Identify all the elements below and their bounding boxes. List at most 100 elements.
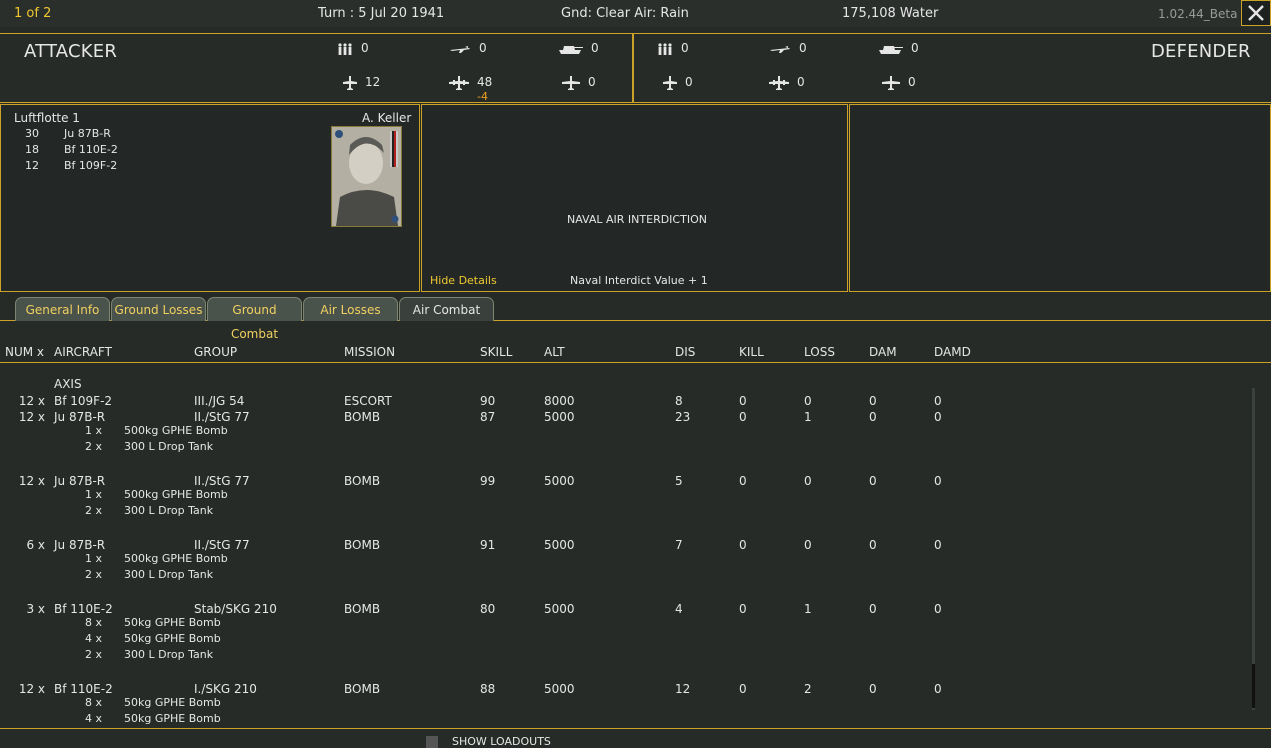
loadout-qty: 4 x — [85, 632, 103, 645]
loadout-item: 50kg GPHE Bomb — [124, 696, 221, 709]
attacker-title: ATTACKER — [24, 41, 118, 62]
scrollbar-thumb[interactable] — [1252, 664, 1255, 708]
loadout-qty: 2 x — [85, 440, 103, 453]
cell-loss: 0 — [804, 474, 812, 488]
hex-location: 175,108 Water — [842, 6, 939, 21]
loadout-item: 500kg GPHE Bomb — [124, 552, 228, 565]
tab-air-losses[interactable]: Air Losses — [303, 297, 398, 321]
close-button[interactable] — [1241, 0, 1271, 26]
column-header-mission: MISSION — [344, 345, 396, 359]
cell-dam: 0 — [869, 682, 877, 696]
cell-loss: 2 — [804, 682, 812, 696]
cell-num: 12 x — [18, 394, 45, 408]
cell-mission: BOMB — [344, 474, 381, 488]
close-icon — [1248, 5, 1264, 21]
cell-skill: 87 — [480, 410, 496, 424]
loadout-item: 500kg GPHE Bomb — [124, 424, 228, 437]
defender-panel — [849, 104, 1271, 292]
mission-type: NAVAL AIR INTERDICTION — [567, 213, 707, 226]
loadout-qty: 8 x — [85, 696, 103, 709]
cell-alt: 8000 — [544, 394, 575, 408]
tab-general-info[interactable]: General Info — [15, 297, 110, 321]
cell-mission: BOMB — [344, 410, 381, 424]
loadout-qty: 2 x — [85, 568, 103, 581]
column-header-dis: DIS — [675, 345, 696, 359]
fighter-icon — [663, 75, 677, 90]
cell-dis: 23 — [675, 410, 691, 424]
column-header-damd: DAMD — [934, 345, 971, 359]
loadout-qty: 4 x — [85, 712, 103, 725]
hide-details-link[interactable]: Hide Details — [430, 274, 497, 287]
cell-damd: 0 — [934, 410, 942, 424]
attacker-infantry-stat: 0 — [337, 41, 369, 55]
cell-alt: 5000 — [544, 538, 575, 552]
divider — [0, 102, 1271, 103]
section-label: AXIS — [54, 377, 82, 391]
column-header-alt: ALT — [544, 345, 565, 359]
cell-aircraft: Ju 87B-R — [54, 410, 106, 424]
cell-damd: 0 — [934, 682, 942, 696]
mission-panel — [421, 104, 848, 292]
cell-aircraft: Ju 87B-R — [54, 474, 106, 488]
defender-infantry-stat: 0 — [657, 41, 689, 55]
defender-other-air-stat: 0 — [882, 75, 916, 90]
cell-loss: 0 — [804, 538, 812, 552]
loadout-item: 50kg GPHE Bomb — [124, 616, 221, 629]
attacker-other-air-stat: 0 — [562, 75, 596, 90]
cell-dam: 0 — [869, 602, 877, 616]
cell-kill: 0 — [739, 410, 747, 424]
checkbox-icon[interactable] — [426, 736, 438, 748]
cell-mission: BOMB — [344, 682, 381, 696]
cell-group: II./StG 77 — [194, 410, 250, 424]
cell-loss: 1 — [804, 410, 812, 424]
defender-fighter-stat: 0 — [663, 75, 693, 90]
cell-dis: 4 — [675, 602, 683, 616]
roster-type: Bf 110E-2 — [64, 143, 118, 156]
recon-plane-icon — [450, 45, 470, 53]
cell-kill: 0 — [739, 394, 747, 408]
commander-portrait — [331, 126, 402, 227]
roster-count: 30 — [25, 127, 39, 140]
fighter-icon — [343, 75, 357, 90]
tab-ground-losses[interactable]: Ground Losses — [111, 297, 206, 321]
loadout-qty: 1 x — [85, 488, 103, 501]
bomber-icon — [769, 75, 789, 90]
tab-air-combat[interactable]: Air Combat — [399, 297, 494, 321]
defender-title: DEFENDER — [1151, 41, 1251, 62]
cell-kill: 0 — [739, 538, 747, 552]
attacker-tank-stat: 0 — [557, 41, 599, 55]
defender-tank-stat: 0 — [877, 41, 919, 55]
cell-num: 6 x — [26, 538, 45, 552]
cell-num: 12 x — [18, 410, 45, 424]
bomber-icon — [449, 75, 469, 90]
roster-type: Bf 109F-2 — [64, 159, 118, 172]
column-header-loss: LOSS — [804, 345, 835, 359]
cell-alt: 5000 — [544, 682, 575, 696]
loadout-item: 50kg GPHE Bomb — [124, 712, 221, 725]
naval-interdict-value: Naval Interdict Value + 1 — [570, 274, 708, 287]
cell-aircraft: Bf 110E-2 — [54, 602, 113, 616]
loadout-item: 300 L Drop Tank — [124, 648, 214, 661]
cell-damd: 0 — [934, 394, 942, 408]
defender-recon-stat: 0 — [769, 41, 807, 55]
cell-aircraft: Bf 109F-2 — [54, 394, 113, 408]
column-header-group: GROUP — [194, 345, 238, 359]
loadout-qty: 1 x — [85, 552, 103, 565]
turn-date: Turn : 5 Jul 20 1941 — [318, 6, 445, 21]
header-underline — [0, 362, 1271, 363]
column-header-kill: KILL — [739, 345, 764, 359]
transport-plane-icon — [882, 75, 900, 90]
top-bar: 1 of 2 Turn : 5 Jul 20 1941 Gnd: Clear A… — [0, 0, 1271, 27]
attacker-recon-stat: 0 — [449, 41, 487, 55]
column-header-skill: SKILL — [480, 345, 513, 359]
weather-status: Gnd: Clear Air: Rain — [561, 6, 689, 21]
cell-group: II./StG 77 — [194, 474, 250, 488]
attacker-bomber-stat: 48 — [449, 75, 492, 90]
roster-count: 18 — [25, 143, 39, 156]
cell-kill: 0 — [739, 602, 747, 616]
page-indicator: 1 of 2 — [14, 6, 52, 21]
tab-ground-combat[interactable]: Ground Combat — [207, 297, 302, 341]
column-header-dam: DAM — [869, 345, 897, 359]
cell-dis: 7 — [675, 538, 683, 552]
scrollbar-track[interactable] — [1252, 388, 1255, 710]
